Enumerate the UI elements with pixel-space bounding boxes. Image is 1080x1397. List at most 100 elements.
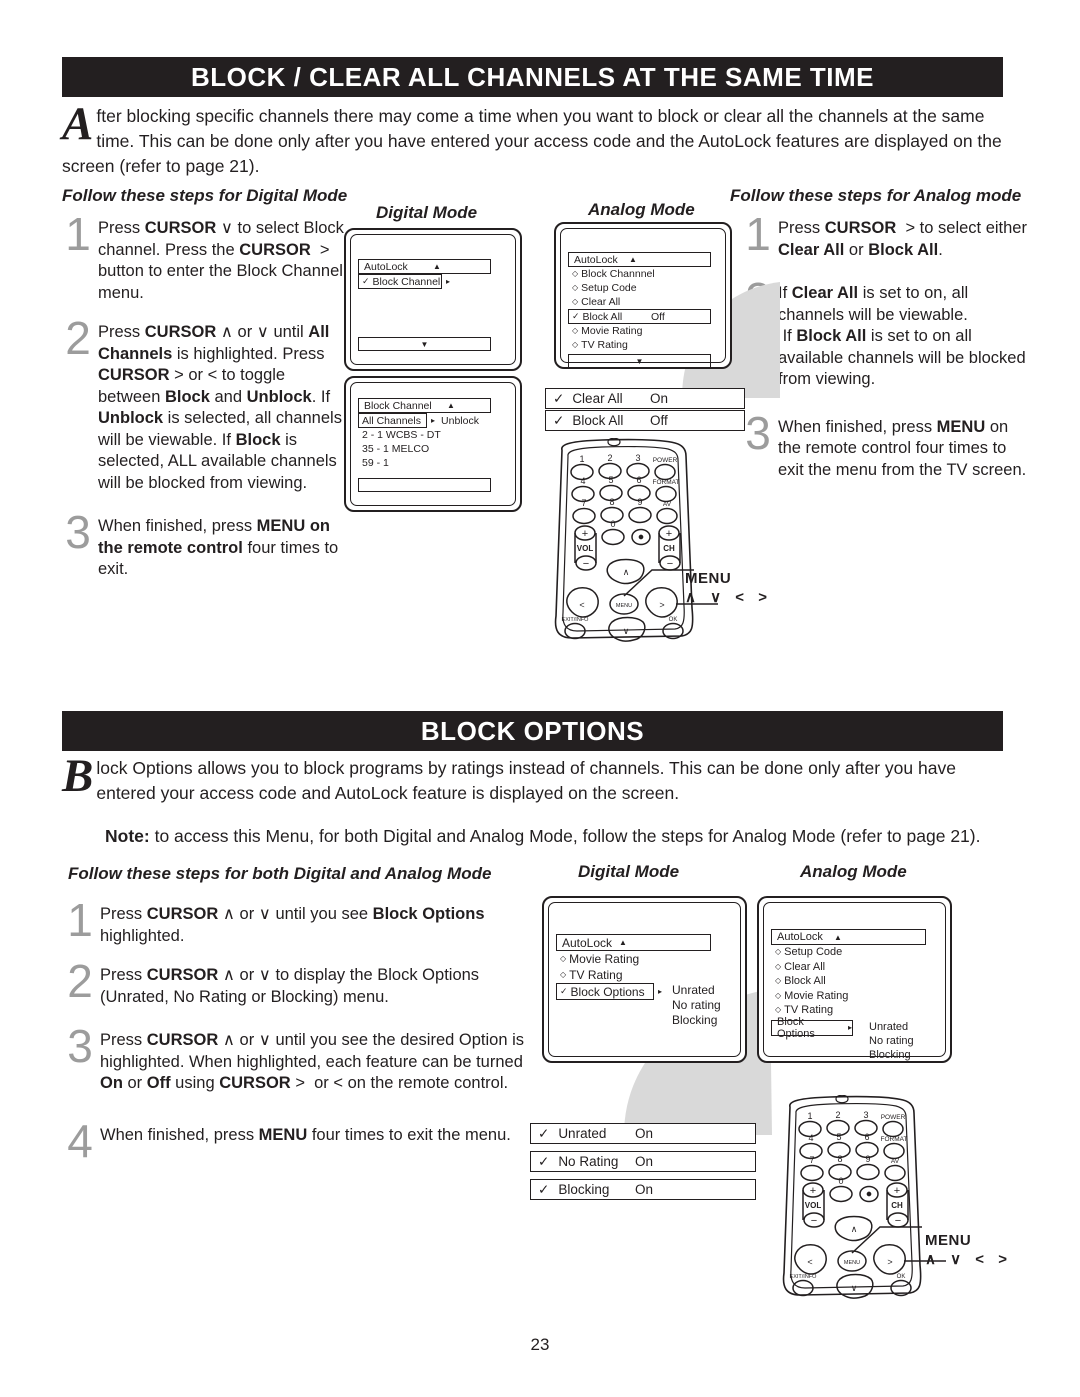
heading-block-options-steps: Follow these steps for both Digital and … xyxy=(68,864,492,883)
osd-title-bar: AutoLock ▲ xyxy=(358,259,491,274)
step-item: 1 Press CURSOR ∧ or ∨ until you see Bloc… xyxy=(60,894,530,947)
osd-selected-item-block-options[interactable]: Block Options ▸ xyxy=(771,1016,853,1040)
diamond-icon: ◇ xyxy=(775,961,782,971)
option-bar-blocking[interactable]: ✓ Blocking On xyxy=(530,1179,756,1200)
scroll-up-icon: ▲ xyxy=(433,262,441,271)
svg-text:+: + xyxy=(894,1185,900,1197)
step-item: 2 Press CURSOR ∧ or ∨ to display the Blo… xyxy=(60,955,530,1008)
osd-channel-label: 59 - 1 xyxy=(362,457,389,469)
step-text: When finished, press MENU on the remote … xyxy=(778,417,1027,479)
osd-selected-item-block-all[interactable]: ✓ Block All Off xyxy=(568,309,711,324)
osd-channel-row[interactable]: 35 - 1 MELCO xyxy=(358,442,508,456)
option-bar-unrated[interactable]: ✓ Unrated On xyxy=(530,1123,756,1144)
svg-text:POWER: POWER xyxy=(653,457,678,464)
osd-item-label: TV Rating xyxy=(569,968,623,982)
remote-control-illustration: 12 3 POWER 45 6 FORMAT 78 9 AV 0 +− VOL +− … xyxy=(782,1095,946,1299)
option-bar-clear-all[interactable]: ✓ Clear All On xyxy=(545,388,745,409)
osd-selected-row[interactable]: Block Options ▸ Unrated No rating Blocki… xyxy=(771,1016,938,1062)
svg-text:4: 4 xyxy=(580,476,585,486)
note-text: to access this Menu, for both Digital an… xyxy=(149,826,981,846)
svg-text:+: + xyxy=(666,528,672,540)
svg-text:>: > xyxy=(887,1257,892,1267)
svg-text:5: 5 xyxy=(836,1132,841,1142)
section-banner-block-clear-all: BLOCK / CLEAR ALL CHANNELS AT THE SAME T… xyxy=(62,57,1003,97)
osd-selected-row[interactable]: All Channels ▸ Unblock xyxy=(358,413,508,428)
svg-text:VOL: VOL xyxy=(805,1201,822,1210)
heading-digital-steps: Follow these steps for Digital Mode xyxy=(62,186,348,205)
step-item: 1 Press CURSOR > to select either Clear … xyxy=(738,208,1028,261)
osd-menu-item[interactable]: ◇ Block All xyxy=(771,974,938,989)
option-label: Blocking xyxy=(558,1182,610,1197)
osd-scroll-down-bar[interactable]: ▼ xyxy=(568,354,711,368)
osd-menu-item[interactable]: ◇ Movie Rating xyxy=(556,951,733,967)
page-number: 23 xyxy=(530,1335,550,1354)
osd-channel-row[interactable]: 59 - 1 xyxy=(358,456,508,470)
option-value: Off xyxy=(650,413,668,428)
label-digital-mode: Digital Mode xyxy=(376,203,478,222)
osd-menu-item[interactable]: ◇ Clear All xyxy=(568,295,718,309)
submenu-item[interactable]: No rating xyxy=(672,998,721,1013)
osd-scroll-down-bar[interactable] xyxy=(358,478,491,492)
osd-selected-item[interactable]: ✓ Block Channel xyxy=(358,274,442,289)
osd-menu-item[interactable]: ◇ Clear All xyxy=(771,960,938,975)
step-number: 1 xyxy=(67,894,93,946)
svg-text:CH: CH xyxy=(891,1201,903,1210)
block-options-steps-list: 1 Press CURSOR ∧ or ∨ until you see Bloc… xyxy=(60,894,530,1167)
diamond-icon: ◇ xyxy=(775,990,782,1000)
chevron-right-icon: ▸ xyxy=(847,1023,852,1032)
osd-content: AutoLock ▲ ◇ Block Channnel ◇ Setup Code ◇… xyxy=(568,236,718,368)
submenu-item[interactable]: Blocking xyxy=(672,1013,721,1028)
osd-menu-item[interactable]: ◇ Movie Rating xyxy=(568,324,718,338)
option-value: On xyxy=(635,1182,654,1197)
osd-selected-item[interactable]: All Channels xyxy=(358,413,427,428)
osd-menu-item[interactable]: ◇ Block Channnel xyxy=(568,267,718,281)
option-label: No Rating xyxy=(558,1154,619,1169)
osd-menu-item[interactable]: ◇ TV Rating xyxy=(556,967,733,983)
svg-text:∨: ∨ xyxy=(851,1283,858,1293)
osd-scroll-down-bar[interactable]: ▼ xyxy=(358,337,491,351)
submenu-item[interactable]: Unrated xyxy=(672,983,721,998)
banner-title: BLOCK / CLEAR ALL CHANNELS AT THE SAME T… xyxy=(190,62,875,92)
svg-text:0: 0 xyxy=(610,519,615,529)
svg-text:+: + xyxy=(810,1185,816,1197)
osd-channel-row[interactable]: 2 - 1 WCBS - DT xyxy=(358,428,508,442)
osd-menu-item[interactable]: ◇ TV Rating xyxy=(568,338,718,352)
step-number: 1 xyxy=(745,208,771,260)
svg-text:CH: CH xyxy=(663,544,675,553)
option-bar-block-all[interactable]: ✓ Block All Off xyxy=(545,410,745,431)
diamond-icon: ◇ xyxy=(572,283,579,292)
digital-screen-block-options: AutoLock ▲ ◇ Movie Rating ◇ TV Rating ✓ Bl… xyxy=(542,896,747,1063)
osd-content: AutoLock ▲ ✓ Block Channel ▸ ▼ xyxy=(358,242,508,357)
osd-selected-row[interactable]: ✓ Block Options ▸ Unrated No rating Bloc… xyxy=(556,983,733,1028)
label-analog-mode: Analog Mode xyxy=(588,200,695,219)
svg-text:2: 2 xyxy=(607,453,612,463)
diamond-icon: ◇ xyxy=(560,970,567,979)
osd-item-label: Movie Rating xyxy=(569,952,640,966)
osd-submenu: Unrated No rating Blocking xyxy=(869,1020,914,1062)
osd-menu-item[interactable]: ◇ Movie Rating xyxy=(771,989,938,1004)
diamond-icon: ◇ xyxy=(560,954,567,963)
submenu-item[interactable]: No rating xyxy=(869,1034,914,1048)
svg-text:6: 6 xyxy=(636,475,641,485)
step-number: 2 xyxy=(67,955,93,1007)
step-text: When finished, press MENU four times to … xyxy=(100,1125,511,1144)
option-bar-no-rating[interactable]: ✓ No Rating On xyxy=(530,1151,756,1172)
osd-menu-item[interactable]: ◇ Setup Code xyxy=(568,281,718,295)
osd-title-bar: AutoLock ▲ xyxy=(771,929,926,945)
submenu-item[interactable]: Unrated xyxy=(869,1020,914,1034)
remote-callout-arrows: ∧ ∨ < > xyxy=(685,589,772,606)
step-number: 3 xyxy=(67,1020,93,1072)
svg-text:8: 8 xyxy=(609,497,614,507)
diamond-icon: ◇ xyxy=(572,326,579,335)
step-item: 1 Press CURSOR ∨ to select Block channel… xyxy=(58,211,348,304)
submenu-item[interactable]: Blocking xyxy=(869,1048,914,1062)
svg-text:4: 4 xyxy=(808,1133,813,1143)
svg-text:3: 3 xyxy=(635,453,640,463)
osd-item-label: Block Channnel xyxy=(581,268,655,280)
osd-selected-row[interactable]: ✓ Block Channel ▸ xyxy=(358,274,508,289)
osd-title-text: Block Channel xyxy=(364,399,432,412)
osd-menu-item[interactable]: ◇ Setup Code xyxy=(771,945,938,960)
svg-text:1: 1 xyxy=(579,454,584,464)
osd-selected-item-block-options[interactable]: ✓ Block Options xyxy=(556,983,654,1000)
svg-text:EXIT/INFO: EXIT/INFO xyxy=(562,617,590,623)
